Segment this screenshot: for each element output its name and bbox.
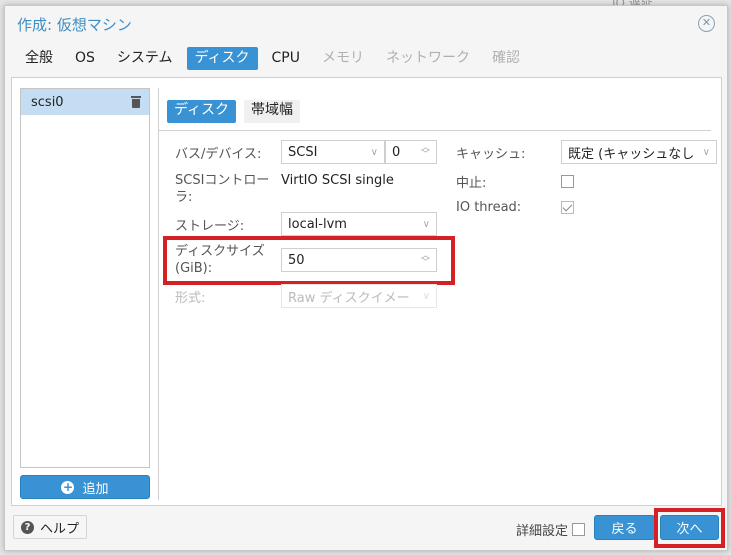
tab-confirm: 確認 [492, 50, 520, 66]
wizard-tabs: 全般 OS システム ディスク CPU メモリ ネットワーク 確認 [17, 47, 534, 70]
discard-label: 中止: [456, 176, 487, 191]
chevron-down-icon: ∨ [702, 146, 710, 158]
device-number-input[interactable]: 0 ︿ ﹀ [385, 140, 437, 164]
subtab-divider [159, 130, 711, 131]
io-thread-checkbox[interactable] [561, 201, 574, 214]
discard-row: 中止: [456, 172, 574, 191]
format-select-value: Raw ディスクイメー [288, 290, 410, 306]
cache-label: キャッシュ: [456, 146, 526, 162]
subtab-disk[interactable]: ディスク [167, 100, 237, 123]
tab-cpu[interactable]: CPU [264, 47, 308, 70]
advanced-checkbox[interactable] [572, 523, 586, 536]
format-select: Raw ディスクイメー ∨ [281, 284, 437, 308]
chevron-down-icon: ∨ [370, 146, 378, 158]
storage-label: ストレージ: [175, 218, 245, 234]
storage-select[interactable]: local-lvm ∨ [281, 212, 437, 236]
device-number-value: 0 [392, 144, 401, 160]
discard-checkbox[interactable] [561, 175, 574, 188]
cache-row: キャッシュ: 既定 (キャッシュなし ∨ [456, 140, 717, 164]
tab-general[interactable]: 全般 [17, 47, 61, 70]
disk-size-highlight-box [163, 236, 455, 285]
disk-settings-panel: ディスク 帯域幅 バス/デバイス: SCSI ∨ 0 ︿ ﹀ SCSIコントローラ… [158, 88, 718, 500]
trash-icon[interactable] [131, 96, 141, 108]
question-circle-icon: ? [20, 520, 34, 534]
disk-item-label: scsi0 [31, 94, 64, 110]
bus-select[interactable]: SCSI ∨ [281, 140, 385, 164]
io-thread-label: IO thread: [456, 200, 522, 215]
format-row: 形式: Raw ディスクイメー ∨ [175, 284, 437, 308]
tab-memory: メモリ [322, 50, 364, 66]
format-label: 形式: [175, 290, 206, 306]
tab-system[interactable]: システム [109, 47, 181, 70]
tab-disk[interactable]: ディスク [186, 47, 258, 70]
add-disk-button[interactable]: + 追加 [20, 475, 150, 499]
create-vm-dialog: 作成: 仮想マシン ✕ 全般 OS システム ディスク CPU メモリ ネットワ… [4, 5, 728, 551]
next-button-highlight-box [654, 508, 725, 548]
bus-device-label: バス/デバイス: [175, 146, 262, 162]
cache-select[interactable]: 既定 (キャッシュなし ∨ [561, 140, 717, 164]
io-thread-row: IO thread: [456, 200, 574, 215]
advanced-label: 詳細設定 [516, 524, 569, 539]
wizard-content: scsi0 + 追加 ディスク 帯域幅 バス/デバイス: SCSI ∨ 0 ︿ … [11, 77, 722, 506]
dialog-title: 作成: 仮想マシン [17, 16, 132, 34]
dialog-footer: ? ヘルプ 詳細設定 戻る 次へ [5, 508, 727, 550]
storage-select-value: local-lvm [288, 216, 347, 232]
subtab-bandwidth[interactable]: 帯域幅 [244, 100, 301, 123]
chevron-down-icon: ∨ [422, 290, 430, 302]
help-label: ヘルプ [39, 521, 79, 537]
tab-os[interactable]: OS [67, 47, 103, 70]
back-button[interactable]: 戻る [594, 515, 655, 540]
advanced-settings: 詳細設定 [516, 520, 586, 539]
disk-subtabs: ディスク 帯域幅 [167, 100, 301, 123]
storage-row: ストレージ: local-lvm ∨ [175, 212, 437, 236]
scsi-controller-label: SCSIコントローラ: [175, 173, 270, 205]
add-disk-label: 追加 [82, 481, 109, 497]
plus-circle-icon: + [61, 479, 75, 494]
disk-list-item[interactable]: scsi0 [21, 89, 149, 115]
spinner-icon[interactable]: ︿ ﹀ [421, 144, 430, 160]
scsi-controller-row: SCSIコントローラ: VirtIO SCSI single [175, 172, 394, 206]
cache-select-value: 既定 (キャッシュなし [568, 146, 695, 162]
close-icon[interactable]: ✕ [698, 15, 715, 32]
help-button[interactable]: ? ヘルプ [13, 515, 87, 539]
scsi-controller-value: VirtIO SCSI single [281, 173, 394, 188]
chevron-down-icon: ∨ [422, 218, 430, 230]
bus-device-row: バス/デバイス: SCSI ∨ 0 ︿ ﹀ [175, 140, 437, 164]
disk-list: scsi0 [20, 88, 150, 468]
tab-network: ネットワーク [386, 50, 470, 66]
bus-select-value: SCSI [288, 144, 318, 160]
